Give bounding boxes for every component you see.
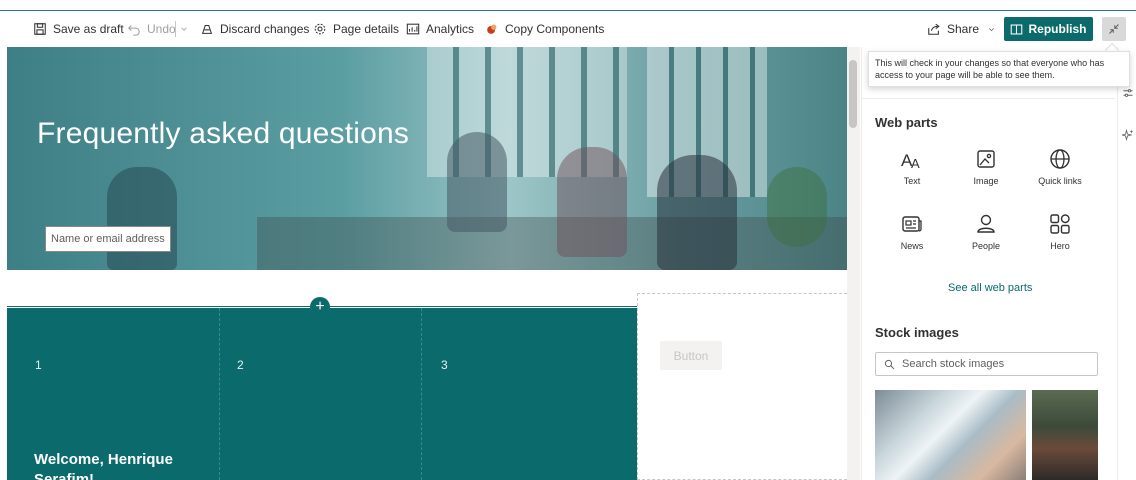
person-icon bbox=[977, 214, 995, 233]
column-divider bbox=[421, 308, 422, 480]
save-as-draft-label: Save as draft bbox=[53, 22, 124, 36]
stock-image-thumbnail[interactable] bbox=[1032, 390, 1098, 480]
hero-icon bbox=[1050, 214, 1070, 234]
undo-dropdown[interactable] bbox=[179, 11, 195, 47]
stock-images-heading: Stock images bbox=[875, 325, 959, 340]
plant-image bbox=[767, 167, 827, 247]
people-picker-input[interactable] bbox=[45, 226, 171, 252]
analytics-icon bbox=[406, 23, 420, 35]
web-part-label: People bbox=[971, 241, 1001, 251]
search-icon bbox=[884, 359, 895, 369]
analytics-label: Analytics bbox=[426, 22, 475, 36]
analytics-button[interactable]: Analytics bbox=[406, 11, 474, 47]
content-section bbox=[637, 293, 847, 480]
globe-icon bbox=[1050, 149, 1070, 169]
news-icon bbox=[902, 216, 922, 232]
save-as-draft-button[interactable]: Save as draft bbox=[33, 11, 124, 47]
web-part-label: Quick links bbox=[1038, 176, 1082, 186]
person-image bbox=[107, 167, 177, 270]
discard-changes-label: Discard changes bbox=[220, 22, 310, 36]
share-button[interactable]: Share bbox=[927, 11, 996, 47]
republish-label: Republish bbox=[1028, 22, 1087, 36]
stock-images-search-input[interactable] bbox=[902, 358, 1092, 370]
web-part-image[interactable]: Image bbox=[950, 147, 1022, 186]
see-all-web-parts-link[interactable]: See all web parts bbox=[948, 282, 1032, 294]
table-image bbox=[257, 217, 847, 270]
settings-sliders-icon[interactable] bbox=[1122, 87, 1134, 99]
button-web-part[interactable]: Button bbox=[660, 341, 722, 370]
copy-components-icon bbox=[487, 24, 497, 34]
person-image bbox=[447, 132, 507, 232]
stock-images-search[interactable] bbox=[875, 352, 1098, 376]
web-part-label: Hero bbox=[1050, 241, 1070, 251]
web-parts-heading: Web parts bbox=[875, 115, 938, 130]
collapse-panel-button[interactable] bbox=[1102, 17, 1126, 41]
web-part-news[interactable]: News bbox=[876, 212, 948, 251]
web-part-hero[interactable]: Hero bbox=[1024, 212, 1096, 251]
panel-divider bbox=[861, 98, 1115, 99]
person-image bbox=[657, 155, 737, 270]
book-icon bbox=[1011, 24, 1023, 34]
gear-icon bbox=[314, 23, 326, 35]
share-label: Share bbox=[947, 22, 980, 36]
right-rail bbox=[1117, 47, 1136, 480]
chevron-down-icon bbox=[181, 27, 187, 31]
stock-image-thumbnail[interactable] bbox=[875, 390, 1026, 480]
page-details-label: Page details bbox=[333, 22, 400, 36]
web-part-label: News bbox=[900, 241, 924, 251]
undo-button[interactable]: Undo bbox=[127, 11, 176, 47]
web-part-people[interactable]: People bbox=[950, 212, 1022, 251]
undo-icon bbox=[128, 25, 140, 36]
text-icon: AA bbox=[901, 151, 920, 171]
hero-title: Frequently asked questions bbox=[37, 117, 410, 150]
sparkle-icon[interactable] bbox=[1122, 129, 1134, 141]
svg-text:A: A bbox=[911, 156, 920, 171]
toolbar-separator bbox=[175, 21, 176, 37]
add-section-button[interactable]: + bbox=[310, 297, 330, 317]
column-divider bbox=[219, 308, 220, 480]
undo-label: Undo bbox=[147, 22, 176, 36]
web-part-quick-links[interactable]: Quick links bbox=[1024, 147, 1096, 186]
discard-changes-button[interactable]: Discard changes bbox=[200, 11, 309, 47]
command-bar: Save as draft Undo Discard changes Page … bbox=[0, 11, 1136, 47]
republish-button[interactable]: Republish bbox=[1004, 17, 1093, 41]
collapse-icon bbox=[1109, 24, 1119, 34]
hero-banner: Frequently asked questions bbox=[7, 47, 847, 270]
web-part-label: Image bbox=[973, 176, 999, 186]
column-number: 2 bbox=[237, 358, 244, 372]
share-icon bbox=[928, 23, 940, 35]
copy-components-label: Copy Components bbox=[505, 22, 605, 36]
welcome-text: Welcome, Henrique Serafim! bbox=[34, 451, 173, 480]
copy-components-button[interactable]: Copy Components bbox=[485, 11, 604, 47]
discard-icon bbox=[201, 24, 213, 34]
web-part-label: Text bbox=[903, 176, 921, 186]
scrollbar-thumb[interactable] bbox=[849, 60, 857, 128]
web-part-text[interactable]: AA Text bbox=[876, 147, 948, 186]
person-image bbox=[557, 147, 627, 257]
image-icon bbox=[977, 150, 995, 168]
republish-tooltip: This will check in your changes so that … bbox=[868, 51, 1130, 87]
chevron-down-icon bbox=[989, 27, 995, 31]
page-details-button[interactable]: Page details bbox=[313, 11, 399, 47]
save-icon bbox=[34, 23, 46, 35]
column-number: 1 bbox=[35, 358, 42, 372]
column-number: 3 bbox=[441, 358, 448, 372]
